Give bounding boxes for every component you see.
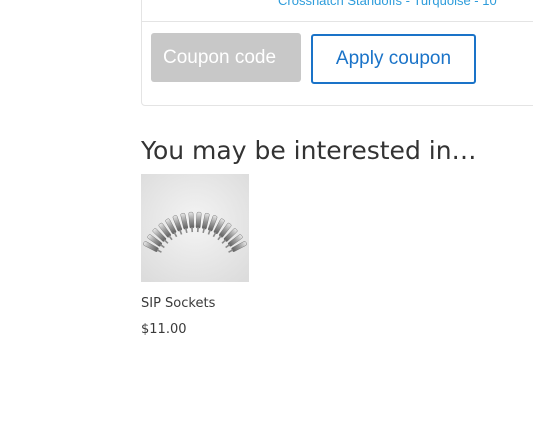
product-price: $11.00 [141, 322, 187, 337]
cart-actions-box: Crosshatch Standoffs - Turquoise - 10 Ap… [141, 0, 533, 106]
product-card: SIP Sockets $11.00 [141, 174, 261, 337]
product-image-link[interactable] [141, 174, 261, 282]
cart-row-divider [142, 21, 533, 22]
cross-sells-heading: You may be interested in… [141, 136, 477, 165]
sip-sockets-product-image [141, 174, 249, 282]
page: Crosshatch Standoffs - Turquoise - 10 Ap… [0, 0, 533, 447]
cart-item-variation-link[interactable]: Crosshatch Standoffs - Turquoise - 10 [278, 0, 497, 8]
coupon-code-input[interactable] [151, 33, 301, 82]
product-name-link[interactable]: SIP Sockets [141, 296, 215, 311]
apply-coupon-button[interactable]: Apply coupon [311, 34, 476, 84]
